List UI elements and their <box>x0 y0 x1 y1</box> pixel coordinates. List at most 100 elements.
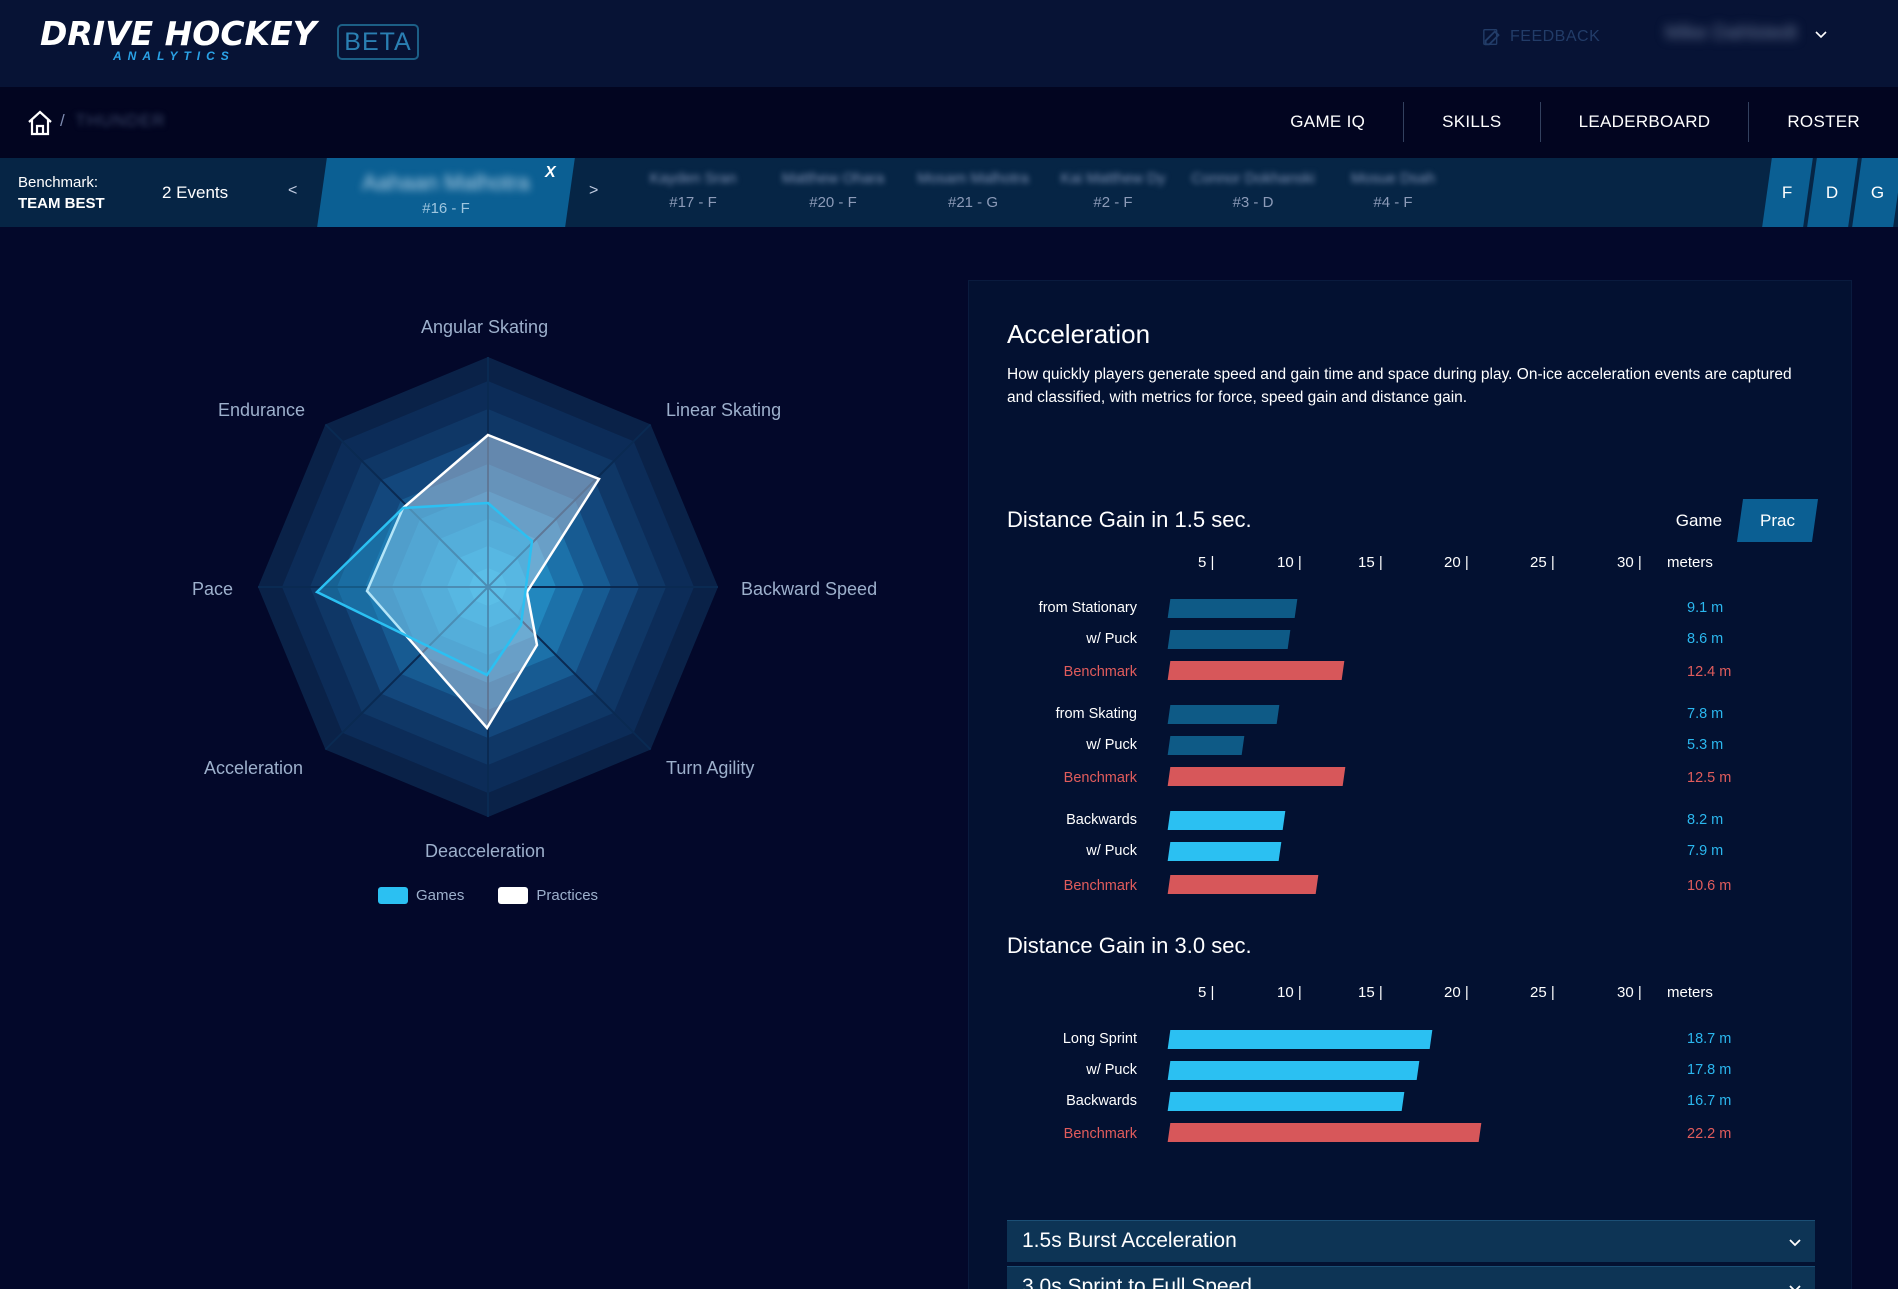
nav-roster[interactable]: ROSTER <box>1748 102 1872 142</box>
player-item[interactable]: Kayden Sran #17 - F <box>620 170 766 211</box>
toggle-prac[interactable]: Prac <box>1737 499 1819 542</box>
axis-tick: 25 | <box>1530 554 1555 571</box>
position-tabs: F D G <box>1762 158 1898 227</box>
bar-value[interactable] <box>1167 1061 1420 1080</box>
active-player-name: Aahaan Malhotra <box>362 170 530 195</box>
radar-legend: Games Practices <box>378 887 598 904</box>
bar-value-label: 7.8 m <box>1687 706 1724 722</box>
legend-practices[interactable]: Practices <box>498 887 598 904</box>
bar-value-label: 12.5 m <box>1687 770 1732 786</box>
bar-benchmark[interactable] <box>1167 767 1346 786</box>
events-count[interactable]: 2 Events <box>162 183 228 203</box>
logo-subtext: ANALYTICS <box>113 49 235 63</box>
bar-value[interactable] <box>1167 811 1286 830</box>
axis-tick: 15 | <box>1358 984 1383 1001</box>
edit-icon <box>1483 28 1500 46</box>
legend-label-games: Games <box>416 887 465 904</box>
bar-value[interactable] <box>1167 599 1298 618</box>
breadcrumb-separator: / <box>60 111 65 130</box>
position-tab-g[interactable]: G <box>1852 158 1898 227</box>
benchmark-label: Benchmark <box>1063 878 1137 894</box>
legend-swatch-practices <box>498 887 529 904</box>
player-item[interactable]: Connor Dokhanski #3 - D <box>1180 170 1326 211</box>
bar-value-label: 7.9 m <box>1687 843 1724 859</box>
bar-label: w/ Puck <box>1086 737 1137 753</box>
position-tab-label: F <box>1782 182 1793 202</box>
breadcrumb-team[interactable]: THUNDER <box>75 111 165 130</box>
bar-label: w/ Puck <box>1086 1062 1137 1078</box>
toggle-prac-label: Prac <box>1760 511 1795 530</box>
nav-game-iq[interactable]: GAME IQ <box>1252 102 1403 142</box>
position-tab-d[interactable]: D <box>1807 158 1858 227</box>
radar-label-backward-speed: Backward Speed <box>741 579 878 599</box>
axis-tick: 20 | <box>1444 554 1469 571</box>
toggle-game[interactable]: Game <box>1658 499 1740 542</box>
bar-value[interactable] <box>1167 705 1280 724</box>
bar-label: Long Sprint <box>1062 1031 1137 1047</box>
bar-value-label: 8.6 m <box>1687 631 1724 647</box>
player-item[interactable]: Kai Matthew Dy #2 - F <box>1040 170 1186 211</box>
bar-benchmark[interactable] <box>1167 875 1319 894</box>
axis-tick: 25 | <box>1530 984 1555 1001</box>
bar-value[interactable] <box>1167 1092 1405 1111</box>
benchmark-value: TEAM BEST <box>18 195 105 212</box>
position-tab-label: G <box>1870 182 1885 202</box>
bar-value-label: 18.7 m <box>1687 1031 1732 1047</box>
nav-skills[interactable]: SKILLS <box>1403 102 1539 142</box>
player-number: #3 - D <box>1232 194 1274 211</box>
panel-title: Acceleration <box>1007 319 1151 349</box>
top-header: DRIVE HOCKEY ANALYTICS BETA FEEDBACK Mik… <box>0 0 1898 87</box>
next-player-button[interactable]: > <box>589 182 598 200</box>
logo[interactable]: DRIVE HOCKEY ANALYTICS <box>40 16 317 64</box>
beta-badge: BETA <box>337 24 419 60</box>
player-item[interactable]: Mosam Malhotra #21 - G <box>900 170 1046 211</box>
section-title-1-5: Distance Gain in 1.5 sec. <box>1007 507 1252 532</box>
bar-value-label: 8.2 m <box>1687 812 1724 828</box>
axis-tick: 20 | <box>1444 984 1469 1001</box>
radar-label-pace: Pace <box>192 579 234 599</box>
legend-games[interactable]: Games <box>378 887 464 904</box>
accordion-sprint-full-speed[interactable]: 3.0s Sprint to Full Speed <box>1007 1266 1815 1289</box>
radar-label-angular-skating: Angular Skating <box>421 317 549 337</box>
player-item[interactable]: Mosue Dsah #4 - F <box>1320 170 1466 211</box>
bar-value-label: 12.4 m <box>1687 664 1732 680</box>
benchmark-label: Benchmark <box>1063 664 1137 680</box>
section-title-3-0: Distance Gain in 3.0 sec. <box>1007 933 1252 958</box>
user-menu[interactable]: Mike Dahlstedt <box>1665 22 1829 45</box>
home-icon[interactable] <box>26 109 54 137</box>
position-tab-f[interactable]: F <box>1762 158 1813 227</box>
axis-tick: 5 | <box>1198 984 1215 1001</box>
prev-player-button[interactable]: < <box>288 182 297 200</box>
bar-value-label: 16.7 m <box>1687 1093 1732 1109</box>
benchmark-label: Benchmark: <box>18 174 99 191</box>
axis-tick: 5 | <box>1198 554 1215 571</box>
bar-label: w/ Puck <box>1086 631 1137 647</box>
benchmark-selector[interactable]: Benchmark: TEAM BEST <box>18 172 105 214</box>
bar-value-label: 17.8 m <box>1687 1062 1732 1078</box>
bar-benchmark[interactable] <box>1167 661 1345 680</box>
accordion-burst-acceleration[interactable]: 1.5s Burst Acceleration <box>1007 1220 1815 1262</box>
bar-value[interactable] <box>1167 736 1245 755</box>
axis-tick: 10 | <box>1277 554 1302 571</box>
bar-value[interactable] <box>1167 1030 1433 1049</box>
bar-label: from Skating <box>1055 706 1137 722</box>
bar-value[interactable] <box>1167 630 1291 649</box>
bar-value[interactable] <box>1167 842 1282 861</box>
active-player[interactable]: Aahaan Malhotra #16 - F <box>330 158 562 227</box>
nav-leaderboard[interactable]: LEADERBOARD <box>1539 102 1749 142</box>
player-item[interactable]: Matthew Ohara #20 - F <box>760 170 906 211</box>
bar-benchmark[interactable] <box>1167 1123 1482 1142</box>
bar-label: w/ Puck <box>1086 843 1137 859</box>
legend-label-practices: Practices <box>536 887 599 904</box>
player-name: Matthew Ohara <box>781 170 885 187</box>
player-name: Kai Matthew Dy <box>1060 170 1166 187</box>
bar-value-label: 22.2 m <box>1687 1126 1732 1142</box>
close-player-button[interactable]: X <box>545 164 556 182</box>
feedback-link[interactable]: FEEDBACK <box>1482 26 1600 48</box>
radar-label-deacceleration: Deacceleration <box>425 841 546 861</box>
bar-value-label: 10.6 m <box>1687 878 1732 894</box>
axis-tick: 15 | <box>1358 554 1383 571</box>
game-prac-toggle: Game Prac <box>1658 499 1819 542</box>
nav-bar: / THUNDER GAME IQ SKILLS LEADERBOARD ROS… <box>0 87 1898 158</box>
player-name: Mosue Dsah <box>1350 170 1436 187</box>
